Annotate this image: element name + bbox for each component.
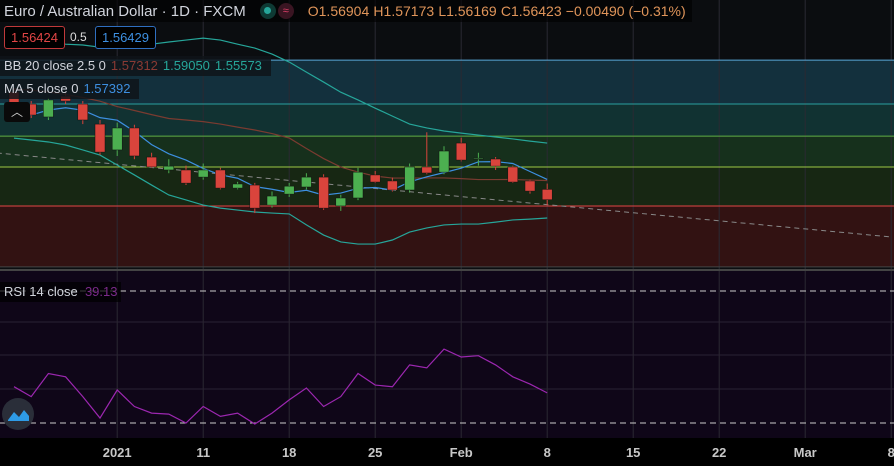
time-axis-label: 25 <box>367 445 383 460</box>
ma-legend[interactable]: MA 5 close 0 1.57392 <box>0 79 140 99</box>
candle-body <box>94 123 106 153</box>
time-axis-label: Feb <box>449 445 473 460</box>
time-axis-label: 11 <box>196 445 211 460</box>
candle-body <box>352 171 364 199</box>
bb-lower-value: 1.55573 <box>214 58 262 73</box>
candle-body <box>249 184 261 209</box>
bb-basis-value: 1.57312 <box>110 58 158 73</box>
level-band <box>0 166 894 206</box>
buy-button[interactable]: 1.56429 <box>95 26 156 49</box>
candle-body <box>404 166 415 191</box>
ma-value: 1.57392 <box>83 81 131 96</box>
level-band <box>0 205 894 267</box>
candle-body <box>111 127 123 151</box>
time-axis-label: 2021 <box>102 445 132 460</box>
time-axis <box>0 439 894 466</box>
bb-upper-value: 1.59050 <box>162 58 210 73</box>
candle-body <box>369 174 381 183</box>
ohlc-low: L1.56169 <box>438 3 497 19</box>
time-axis-label: 18 <box>281 445 297 460</box>
ohlc-change: −0.00490 (−0.31%) <box>565 3 686 19</box>
candle-body <box>283 185 295 195</box>
tradingview-logo-icon[interactable] <box>2 398 34 430</box>
candle-body <box>77 103 89 121</box>
candle-body <box>473 157 484 160</box>
bb-legend[interactable]: BB 20 close 2.5 0 1.57312 1.59050 1.55573 <box>0 56 271 76</box>
ohlc-high: H1.57173 <box>373 3 435 19</box>
time-axis-label: 15 <box>625 445 641 460</box>
rsi-value: 39.13 <box>84 284 118 299</box>
collapse-legend-button[interactable]: ︿ <box>4 102 30 122</box>
sell-button[interactable]: 1.56424 <box>4 26 65 49</box>
time-axis-label: 8 <box>543 445 551 460</box>
candle-body <box>490 158 501 167</box>
symbol-header: Euro / Australian Dollar · 1D · FXCM ≈ O… <box>0 0 692 22</box>
spread-value: 0.5 <box>70 30 87 44</box>
candle-body <box>524 180 536 192</box>
candle-body <box>438 150 450 173</box>
candle-body <box>232 183 243 189</box>
candle-body <box>455 142 467 161</box>
ma-label: MA 5 close 0 <box>4 81 79 96</box>
wave-icon[interactable]: ≈ <box>277 3 294 19</box>
candle-body <box>163 165 175 171</box>
time-axis-label: 8 <box>887 445 894 460</box>
time-axis-label: Mar <box>793 445 817 460</box>
rsi-legend[interactable]: RSI 14 close 39.13 <box>0 282 122 302</box>
symbol-title[interactable]: Euro / Australian Dollar · 1D · FXCM <box>4 3 246 20</box>
time-axis-label: 22 <box>711 445 727 460</box>
candle-body <box>146 156 157 168</box>
market-open-dot-icon[interactable] <box>259 3 276 19</box>
candle-body <box>507 166 519 183</box>
ohlc-open: O1.56904 <box>307 3 370 19</box>
candle-body <box>43 99 54 118</box>
candle-body <box>301 176 312 188</box>
candle-body <box>541 189 553 200</box>
candle-body <box>335 197 347 207</box>
candle-body <box>197 169 209 178</box>
bb-label: BB 20 close 2.5 0 <box>4 58 106 73</box>
candle-body <box>318 176 329 209</box>
chevron-up-icon: ︿ <box>10 105 23 119</box>
candle-body <box>387 180 398 191</box>
ohlc-close: C1.56423 <box>500 3 562 19</box>
candle-body <box>421 166 433 174</box>
candle-body <box>180 169 192 184</box>
candle-body <box>266 195 278 206</box>
rsi-label: RSI 14 close <box>4 284 78 299</box>
candle-body <box>129 127 140 157</box>
candle-body <box>215 169 226 189</box>
